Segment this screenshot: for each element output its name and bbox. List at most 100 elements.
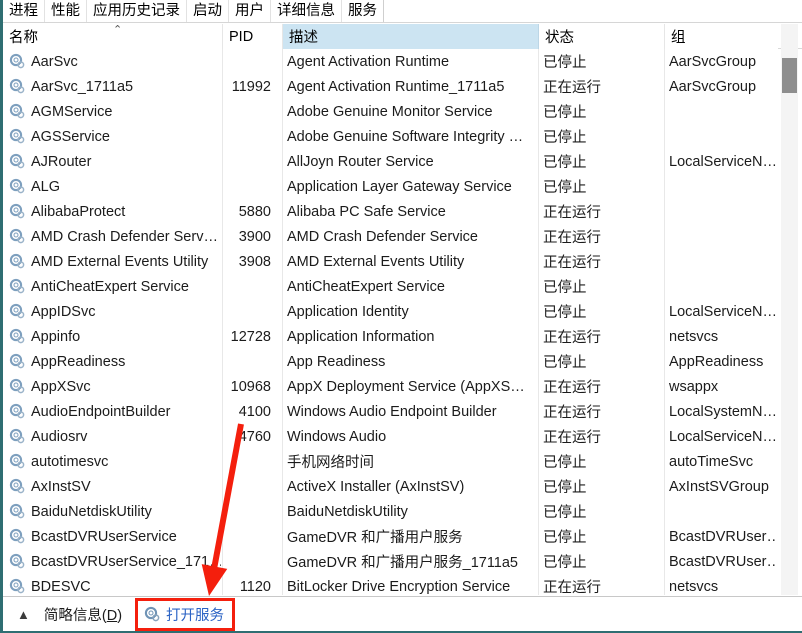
tab-strip-filler	[384, 0, 802, 22]
table-row[interactable]: AGSServiceAdobe Genuine Software Integri…	[3, 124, 778, 149]
cell-description: AllJoyn Router Service	[287, 149, 533, 174]
cell-pid: 3908	[223, 249, 277, 274]
cell-description: Agent Activation Runtime	[287, 49, 533, 74]
cell-status: 已停止	[543, 124, 663, 149]
cell-pid	[223, 549, 277, 574]
cell-name: BcastDVRUserService	[9, 524, 221, 549]
cell-status: 已停止	[543, 524, 663, 549]
table-row[interactable]: autotimesvc手机网络时间已停止autoTimeSvc	[3, 449, 778, 474]
cell-description: AppX Deployment Service (AppXS…	[287, 374, 533, 399]
cell-status: 正在运行	[543, 74, 663, 99]
vertical-scrollbar[interactable]	[781, 24, 798, 595]
table-row[interactable]: BcastDVRUserService_171…GameDVR 和广播用户服务_…	[3, 549, 778, 574]
tab-processes[interactable]: 进程	[3, 0, 45, 22]
table-row[interactable]: AlibabaProtect5880Alibaba PC Safe Servic…	[3, 199, 778, 224]
table-row[interactable]: ALGApplication Layer Gateway Service已停止	[3, 174, 778, 199]
cell-pid: 4760	[223, 424, 277, 449]
tab-label: 详细信息	[277, 4, 335, 19]
table-row[interactable]: Appinfo12728Application Information正在运行n…	[3, 324, 778, 349]
table-row[interactable]: BcastDVRUserServiceGameDVR 和广播用户服务已停止Bca…	[3, 524, 778, 549]
cell-pid	[223, 149, 277, 174]
cell-pid: 1120	[223, 574, 277, 595]
table-row[interactable]: BDESVC1120BitLocker Drive Encryption Ser…	[3, 574, 778, 595]
table-row[interactable]: AMD External Events Utility3908AMD Exter…	[3, 249, 778, 274]
cell-pid	[223, 449, 277, 474]
cell-pid	[223, 474, 277, 499]
cell-description: Agent Activation Runtime_1711a5	[287, 74, 533, 99]
cell-name: AudioEndpointBuilder	[9, 399, 221, 424]
table-row[interactable]: AMD Crash Defender Serv…3900AMD Crash De…	[3, 224, 778, 249]
cell-description: AMD External Events Utility	[287, 249, 533, 274]
tab-app-history[interactable]: 应用历史记录	[87, 0, 187, 22]
cell-description: 手机网络时间	[287, 449, 533, 474]
column-header-status[interactable]: 状态	[539, 24, 665, 49]
cell-status: 正在运行	[543, 374, 663, 399]
cell-name: AGSService	[9, 124, 221, 149]
table-row[interactable]: AxInstSVActiveX Installer (AxInstSV)已停止A…	[3, 474, 778, 499]
tab-strip: 进程 性能 应用历史记录 启动 用户 详细信息 服务	[3, 0, 802, 23]
table-row[interactable]: AppXSvc10968 AppX Deployment Service (App…	[3, 374, 778, 399]
tab-performance[interactable]: 性能	[45, 0, 87, 22]
table-row[interactable]: Audiosrv4760Windows Audio正在运行LocalServic…	[3, 424, 778, 449]
cell-description: AntiCheatExpert Service	[287, 274, 533, 299]
cell-pid	[223, 124, 277, 149]
cell-status: 已停止	[543, 99, 663, 124]
table-row[interactable]: BaiduNetdiskUtilityBaiduNetdiskUtility已停…	[3, 499, 778, 524]
open-services-label: 打开服务	[166, 604, 224, 625]
cell-pid: 12728	[223, 324, 277, 349]
cell-pid: 10968	[223, 374, 277, 399]
services-rows: AarSvcAgent Activation Runtime已停止AarSvcG…	[3, 49, 802, 595]
cell-name: AGMService	[9, 99, 221, 124]
cell-description: Application Layer Gateway Service	[287, 174, 533, 199]
table-row[interactable]: AudioEndpointBuilder4100Windows Audio En…	[3, 399, 778, 424]
table-row[interactable]: AGMService Adobe Genuine Monitor Service 已…	[3, 99, 778, 124]
cell-pid	[223, 99, 277, 124]
table-row[interactable]: AarSvcAgent Activation Runtime已停止AarSvcG…	[3, 49, 778, 74]
table-row[interactable]: AppIDSvcApplication Identity已停止LocalServ…	[3, 299, 778, 324]
cell-name: AMD Crash Defender Serv…	[9, 224, 221, 249]
cell-description: BaiduNetdiskUtility	[287, 499, 533, 524]
cell-description: Application Identity	[287, 299, 533, 324]
table-row[interactable]: AppReadinessApp Readiness已停止AppReadiness	[3, 349, 778, 374]
fewer-details-suffix: )	[117, 608, 122, 624]
chevron-up-icon[interactable]: ▲	[17, 608, 30, 621]
cell-name: AppXSvc	[9, 374, 221, 399]
table-row[interactable]: AntiCheatExpert ServiceAntiCheatExpert S…	[3, 274, 778, 299]
tab-details[interactable]: 详细信息	[271, 0, 342, 22]
cell-group: netsvcs	[669, 324, 777, 349]
column-header-pid[interactable]: PID	[223, 24, 283, 49]
cell-description: Alibaba PC Safe Service	[287, 199, 533, 224]
cell-status: 已停止	[543, 149, 663, 174]
column-header-description[interactable]: 描述	[283, 24, 539, 49]
fewer-details-button[interactable]: 简略信息(D)	[44, 604, 122, 625]
cell-group	[669, 499, 777, 524]
tab-users[interactable]: 用户	[229, 0, 271, 22]
services-list[interactable]: AarSvcAgent Activation Runtime已停止AarSvcG…	[3, 49, 802, 595]
cell-description: GameDVR 和广播用户服务	[287, 524, 533, 549]
open-services-button[interactable]: 打开服务	[138, 601, 232, 628]
cell-status: 已停止	[543, 499, 663, 524]
cell-description: ActiveX Installer (AxInstSV)	[287, 474, 533, 499]
cell-pid	[223, 499, 277, 524]
cell-status: 已停止	[543, 299, 663, 324]
column-header-group[interactable]: 组	[665, 24, 778, 49]
cell-description: Adobe Genuine Monitor Service	[287, 99, 533, 124]
cell-name: ALG	[9, 174, 221, 199]
vertical-scrollbar-thumb[interactable]	[782, 58, 797, 92]
table-row[interactable]: AarSvc_1711a511992Agent Activation Runti…	[3, 74, 778, 99]
column-header-label: 组	[671, 26, 686, 47]
column-header-label: 描述	[289, 26, 318, 47]
cell-name: AlibabaProtect	[9, 199, 221, 224]
cell-status: 已停止	[543, 49, 663, 74]
cell-group	[669, 124, 777, 149]
tab-startup[interactable]: 启动	[187, 0, 229, 22]
cell-name: AMD External Events Utility	[9, 249, 221, 274]
tab-services[interactable]: 服务	[342, 0, 384, 22]
column-header-name[interactable]: 名称 ⌃	[3, 24, 223, 49]
cell-pid	[223, 274, 277, 299]
table-row[interactable]: AJRouter AllJoyn Router Service 已停止LocalSe…	[3, 149, 778, 174]
cell-name: AJRouter	[9, 149, 221, 174]
cell-status: 已停止	[543, 449, 663, 474]
column-header-row: 名称 ⌃ PID 描述 状态 组	[3, 24, 802, 49]
cell-group: LocalServiceN…	[669, 149, 777, 174]
